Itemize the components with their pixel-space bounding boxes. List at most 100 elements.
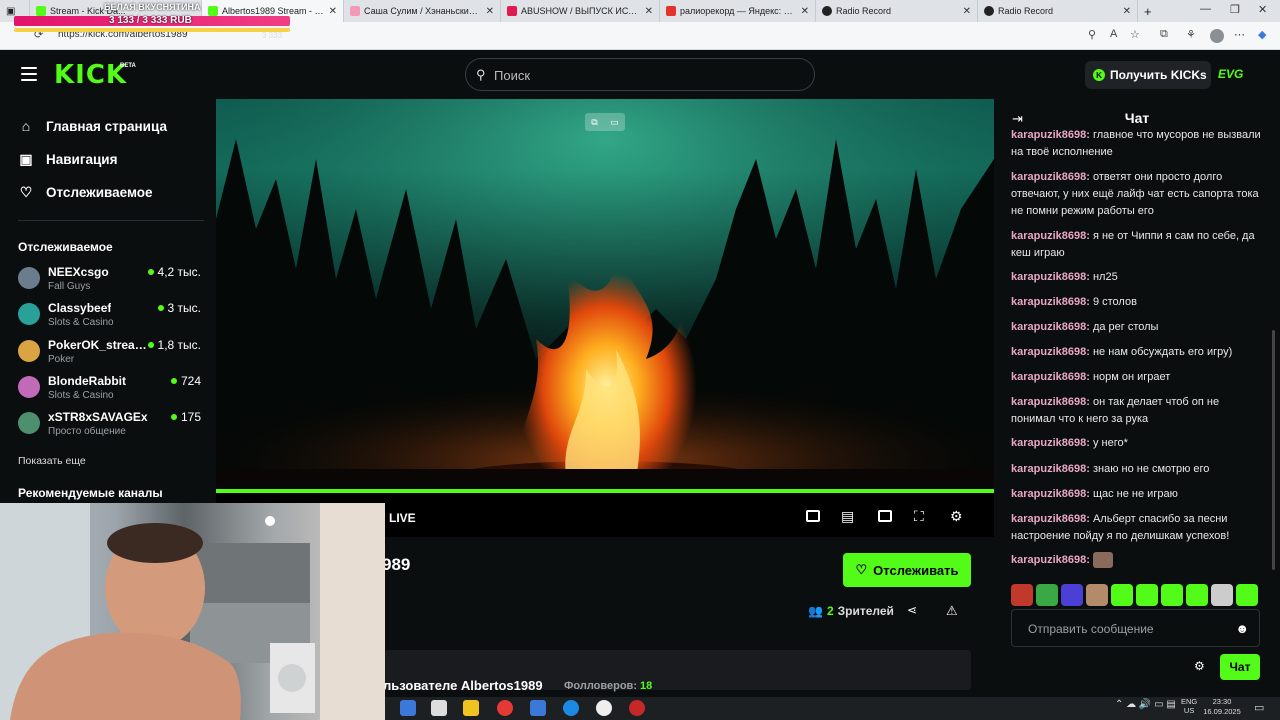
favorites-icon[interactable]: ⚘ [1186, 28, 1196, 41]
emote-icon[interactable] [1086, 584, 1108, 606]
show-more-link[interactable]: Показать еще [18, 455, 86, 467]
edge-icon[interactable] [563, 700, 579, 716]
search-input[interactable]: ⚲ Поиск [465, 58, 815, 91]
channel-name: PokerOK_stream... [48, 338, 150, 352]
follow-button[interactable]: ♡ Отслеживать [843, 553, 971, 587]
taskbar-app-icon[interactable] [400, 700, 416, 716]
emoji-icon[interactable]: ☻ [1235, 621, 1249, 636]
share-icon[interactable]: ⋖ [907, 603, 917, 617]
browser-tab[interactable]: Radio Record ✕ [816, 0, 978, 22]
menu-icon[interactable] [21, 67, 37, 81]
close-window-icon[interactable]: ✕ [1258, 3, 1267, 16]
favorite-star-icon[interactable]: ☆ [1130, 28, 1140, 41]
emote-icon[interactable] [1161, 584, 1183, 606]
search-icon: ⚲ [476, 67, 486, 82]
chat-input[interactable]: Отправить сообщение ☻ [1011, 609, 1260, 647]
extensions-icon[interactable]: ⧉ [1160, 28, 1168, 41]
theater-mode-icon[interactable] [878, 510, 892, 522]
chat-username[interactable]: karapuzik8698: [1011, 271, 1090, 283]
close-icon[interactable]: ✕ [645, 6, 653, 17]
browser-tab[interactable]: ралиорекорд — Яндекс: нашлос ✕ [660, 0, 816, 22]
taskbar-app-icon[interactable] [629, 700, 645, 716]
chat-settings-icon[interactable]: ⚙ [1194, 659, 1205, 673]
system-tray-icons[interactable]: ⌃ ☁ 🔊 ▭ ▤ [1115, 699, 1176, 710]
followed-channel[interactable]: Classybeef Slots & Casino 3 тыс. [18, 301, 204, 335]
chat-username[interactable]: karapuzik8698: [1011, 346, 1090, 358]
system-clock[interactable]: 23:30 16.09.2025 [1202, 697, 1242, 717]
chat-username[interactable]: karapuzik8698: [1011, 488, 1090, 500]
video-overlay-controls[interactable]: ⧉ ▭ [585, 113, 625, 131]
windows-taskbar: ⌃ ☁ 🔊 ▭ ▤ [385, 697, 1280, 720]
minimize-icon[interactable]: — [1200, 3, 1211, 15]
chat-username[interactable]: karapuzik8698: [1011, 296, 1090, 308]
settings-icon[interactable]: ⚙ [950, 508, 963, 525]
close-icon[interactable]: ✕ [1123, 6, 1131, 17]
chat-message: karapuzik8698: главное что мусоров не вы… [1011, 127, 1261, 161]
profile-avatar[interactable] [1210, 29, 1224, 43]
chat-username[interactable]: karapuzik8698: [1011, 230, 1090, 242]
emote-icon[interactable] [1111, 584, 1133, 606]
taskbar-app-icon[interactable] [530, 700, 546, 716]
zoom-icon[interactable]: ⚲ [1088, 28, 1096, 41]
close-icon[interactable]: ✕ [486, 6, 494, 17]
emote-icon[interactable] [1061, 584, 1083, 606]
followed-channel[interactable]: PokerOK_stream... Poker 1,8 тыс. [18, 338, 204, 372]
read-aloud-icon[interactable]: A [1110, 28, 1117, 40]
chat-username[interactable]: karapuzik8698: [1011, 396, 1090, 408]
emote-icon[interactable] [1011, 584, 1033, 606]
close-icon[interactable]: ✕ [801, 6, 809, 17]
sidebar-item-browse[interactable]: ▣ Навигация [18, 151, 117, 168]
user-avatar[interactable]: EVG [1218, 67, 1243, 81]
get-kicks-button[interactable]: K Получить KICKs [1085, 61, 1211, 89]
chat-username[interactable]: karapuzik8698: [1011, 437, 1090, 449]
chat-username[interactable]: karapuzik8698: [1011, 129, 1090, 141]
donation-amount-small: 3 333 [262, 31, 283, 40]
video-player[interactable] [216, 99, 994, 491]
copilot-icon[interactable]: ◆ [1258, 28, 1266, 41]
sidebar-item-following[interactable]: ♡ Отслеживаемое [18, 184, 153, 201]
sidebar-item-home[interactable]: ⌂ Главная страница [18, 118, 167, 134]
close-icon[interactable]: ✕ [329, 6, 337, 17]
donation-progress-accent [14, 28, 290, 32]
divider [18, 220, 204, 221]
emote-icon[interactable] [1136, 584, 1158, 606]
language-indicator[interactable]: ENG US [1181, 697, 1197, 715]
notifications-icon[interactable]: ▭ [1254, 701, 1264, 714]
chat-username[interactable]: karapuzik8698: [1011, 371, 1090, 383]
chat-username[interactable]: karapuzik8698: [1011, 321, 1090, 333]
fullscreen-icon[interactable]: ⛶ [914, 508, 924, 525]
followed-channel[interactable]: NEEXcsgo Fall Guys 4,2 тыс. [18, 265, 204, 299]
theater-icon[interactable]: ▭ [610, 117, 619, 128]
taskbar-app-icon[interactable] [431, 700, 447, 716]
yandex-browser-icon[interactable] [497, 700, 513, 716]
viewer-count: 4,2 тыс. [147, 265, 201, 279]
emote-icon[interactable] [1211, 584, 1233, 606]
followed-channel[interactable]: BlondeRabbit Slots & Casino 724 [18, 374, 204, 408]
chat-username[interactable]: karapuzik8698: [1011, 513, 1090, 525]
chat-scrollbar[interactable] [1272, 330, 1275, 570]
browser-tab[interactable]: ABUSHOW / ВЫПУСК ИСТОРИЙ ✕ [501, 0, 660, 22]
close-icon[interactable]: ✕ [963, 6, 971, 17]
clip-icon[interactable]: ▤ [841, 508, 854, 525]
pip-icon[interactable]: ⧉ [591, 117, 597, 128]
chat-username[interactable]: karapuzik8698: [1011, 171, 1090, 183]
obs-icon[interactable] [596, 700, 612, 716]
new-tab-button[interactable]: + [1138, 0, 1160, 22]
taskbar-app-icon[interactable] [463, 700, 479, 716]
live-dot-icon [147, 342, 154, 348]
emote-icon[interactable] [1186, 584, 1208, 606]
mini-player-icon[interactable] [806, 510, 820, 522]
kick-logo[interactable]: KICK [54, 60, 127, 90]
more-menu-icon[interactable]: ⋯ [1234, 28, 1245, 41]
followed-channel[interactable]: xSTR8xSAVAGEx Просто общение 175 [18, 410, 204, 444]
report-icon[interactable]: ⚠ [946, 603, 958, 619]
kicks-coin-icon: K [1093, 69, 1105, 81]
emote-icon[interactable] [1236, 584, 1258, 606]
chat-username[interactable]: karapuzik8698: [1011, 554, 1090, 566]
emote-icon[interactable] [1036, 584, 1058, 606]
chat-send-button[interactable]: Чат [1220, 654, 1260, 680]
browser-tab[interactable]: Саша Сулим / Хэнаньский Чика ✕ [344, 0, 501, 22]
chat-username[interactable]: karapuzik8698: [1011, 463, 1090, 475]
restore-icon[interactable]: ❐ [1230, 3, 1240, 16]
browser-tab[interactable]: Radio Record ✕ [978, 0, 1138, 22]
